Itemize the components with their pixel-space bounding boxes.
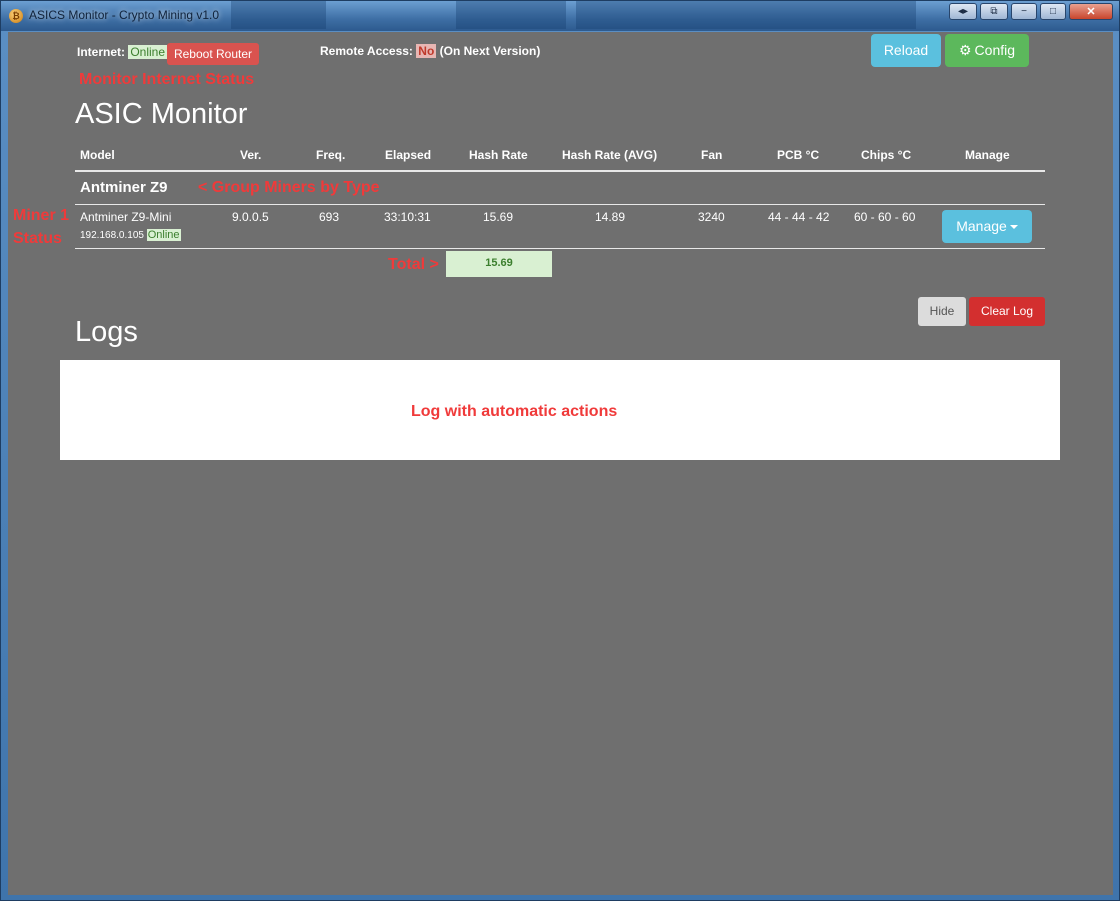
column-header-manage: Manage bbox=[965, 148, 1010, 162]
miner-hash-rate-avg: 14.89 bbox=[595, 210, 626, 224]
hide-log-button[interactable]: Hide bbox=[918, 297, 966, 326]
miner-hash-rate: 15.69 bbox=[483, 210, 514, 224]
column-header-pcb: PCB °C bbox=[777, 148, 820, 162]
annotation-miner-line1: Miner 1 bbox=[13, 207, 70, 224]
miner-ip: 192.168.0.105 bbox=[80, 230, 144, 241]
row-divider bbox=[75, 248, 1045, 249]
remote-access-status: Remote Access: No (On Next Version) bbox=[320, 44, 540, 58]
client-area: Internet: Online Reboot Router Remote Ac… bbox=[8, 32, 1113, 895]
title-bar[interactable]: ₿ ASICS Monitor - Crypto Mining v1.0 ◂▸ … bbox=[1, 1, 1119, 31]
internet-status-badge: Online bbox=[128, 45, 168, 59]
internet-label: Internet: bbox=[77, 45, 125, 59]
internet-status: Internet: Online bbox=[77, 45, 168, 59]
reload-button[interactable]: Reload bbox=[871, 34, 941, 67]
column-header-chips: Chips °C bbox=[861, 148, 912, 162]
column-header-elapsed: Elapsed bbox=[385, 148, 432, 162]
miner-freq: 693 bbox=[319, 210, 340, 224]
miner-version: 9.0.0.5 bbox=[232, 210, 269, 224]
maximize-button[interactable]: □ bbox=[1040, 3, 1066, 20]
annotation-internet: Monitor Internet Status bbox=[79, 71, 255, 88]
caret-down-icon bbox=[1009, 225, 1018, 230]
group-title: Antminer Z9 bbox=[80, 179, 168, 196]
remote-access-note: (On Next Version) bbox=[439, 44, 541, 58]
page-title: ASIC Monitor bbox=[75, 98, 248, 130]
app-window: ₿ ASICS Monitor - Crypto Mining v1.0 ◂▸ … bbox=[0, 0, 1120, 901]
annotation-group: < Group Miners by Type bbox=[198, 179, 380, 196]
annotation-total: Total > bbox=[388, 256, 439, 273]
config-button[interactable]: ⚙ Config bbox=[945, 34, 1029, 67]
column-header-model: Model bbox=[80, 148, 115, 162]
annotation-miner-line2: Status bbox=[13, 230, 62, 247]
restore-window-icon[interactable]: ⧉ bbox=[980, 3, 1008, 20]
background-ghost bbox=[576, 1, 916, 29]
column-header-freq: Freq. bbox=[316, 148, 346, 162]
miner-status-badge: Online bbox=[146, 229, 181, 241]
clear-log-button[interactable]: Clear Log bbox=[969, 297, 1045, 326]
total-hash-rate: 15.69 bbox=[446, 251, 552, 277]
config-label: Config bbox=[974, 42, 1016, 58]
miner-chips-temp: 60 - 60 - 60 bbox=[854, 210, 916, 224]
manage-dropdown-button[interactable]: Manage bbox=[942, 210, 1032, 243]
group-divider bbox=[75, 204, 1045, 205]
header-divider bbox=[75, 170, 1045, 172]
column-header-hash-rate: Hash Rate bbox=[469, 148, 528, 162]
bitcoin-icon: ₿ bbox=[9, 9, 23, 23]
remote-access-badge: No bbox=[416, 44, 437, 58]
column-header-hash-rate-avg: Hash Rate (AVG) bbox=[562, 148, 658, 162]
reboot-router-button[interactable]: Reboot Router bbox=[167, 43, 259, 65]
annotation-log: Log with automatic actions bbox=[411, 403, 618, 420]
resize-arrows-icon[interactable]: ◂▸ bbox=[949, 3, 977, 20]
miner-elapsed: 33:10:31 bbox=[384, 210, 431, 224]
miner-model: Antminer Z9-Mini bbox=[80, 210, 172, 224]
miner-pcb-temp: 44 - 44 - 42 bbox=[768, 210, 830, 224]
miner-fan: 3240 bbox=[698, 210, 725, 224]
column-header-fan: Fan bbox=[701, 148, 723, 162]
background-ghost bbox=[456, 1, 566, 29]
window-title: ASICS Monitor - Crypto Mining v1.0 bbox=[29, 8, 220, 22]
gear-icon: ⚙ bbox=[958, 42, 972, 58]
close-button[interactable]: ✕ bbox=[1069, 3, 1113, 20]
minimize-button[interactable]: − bbox=[1011, 3, 1037, 20]
miner-ip-status: 192.168.0.105 Online bbox=[80, 229, 181, 241]
column-header-version: Ver. bbox=[240, 148, 262, 162]
window-controls: ◂▸ ⧉ − □ ✕ bbox=[949, 3, 1113, 20]
remote-access-label: Remote Access: bbox=[320, 44, 413, 58]
logs-title: Logs bbox=[75, 316, 138, 348]
log-panel[interactable]: Log with automatic actions bbox=[60, 360, 1060, 460]
manage-label: Manage bbox=[956, 218, 1007, 234]
background-ghost bbox=[231, 1, 326, 29]
